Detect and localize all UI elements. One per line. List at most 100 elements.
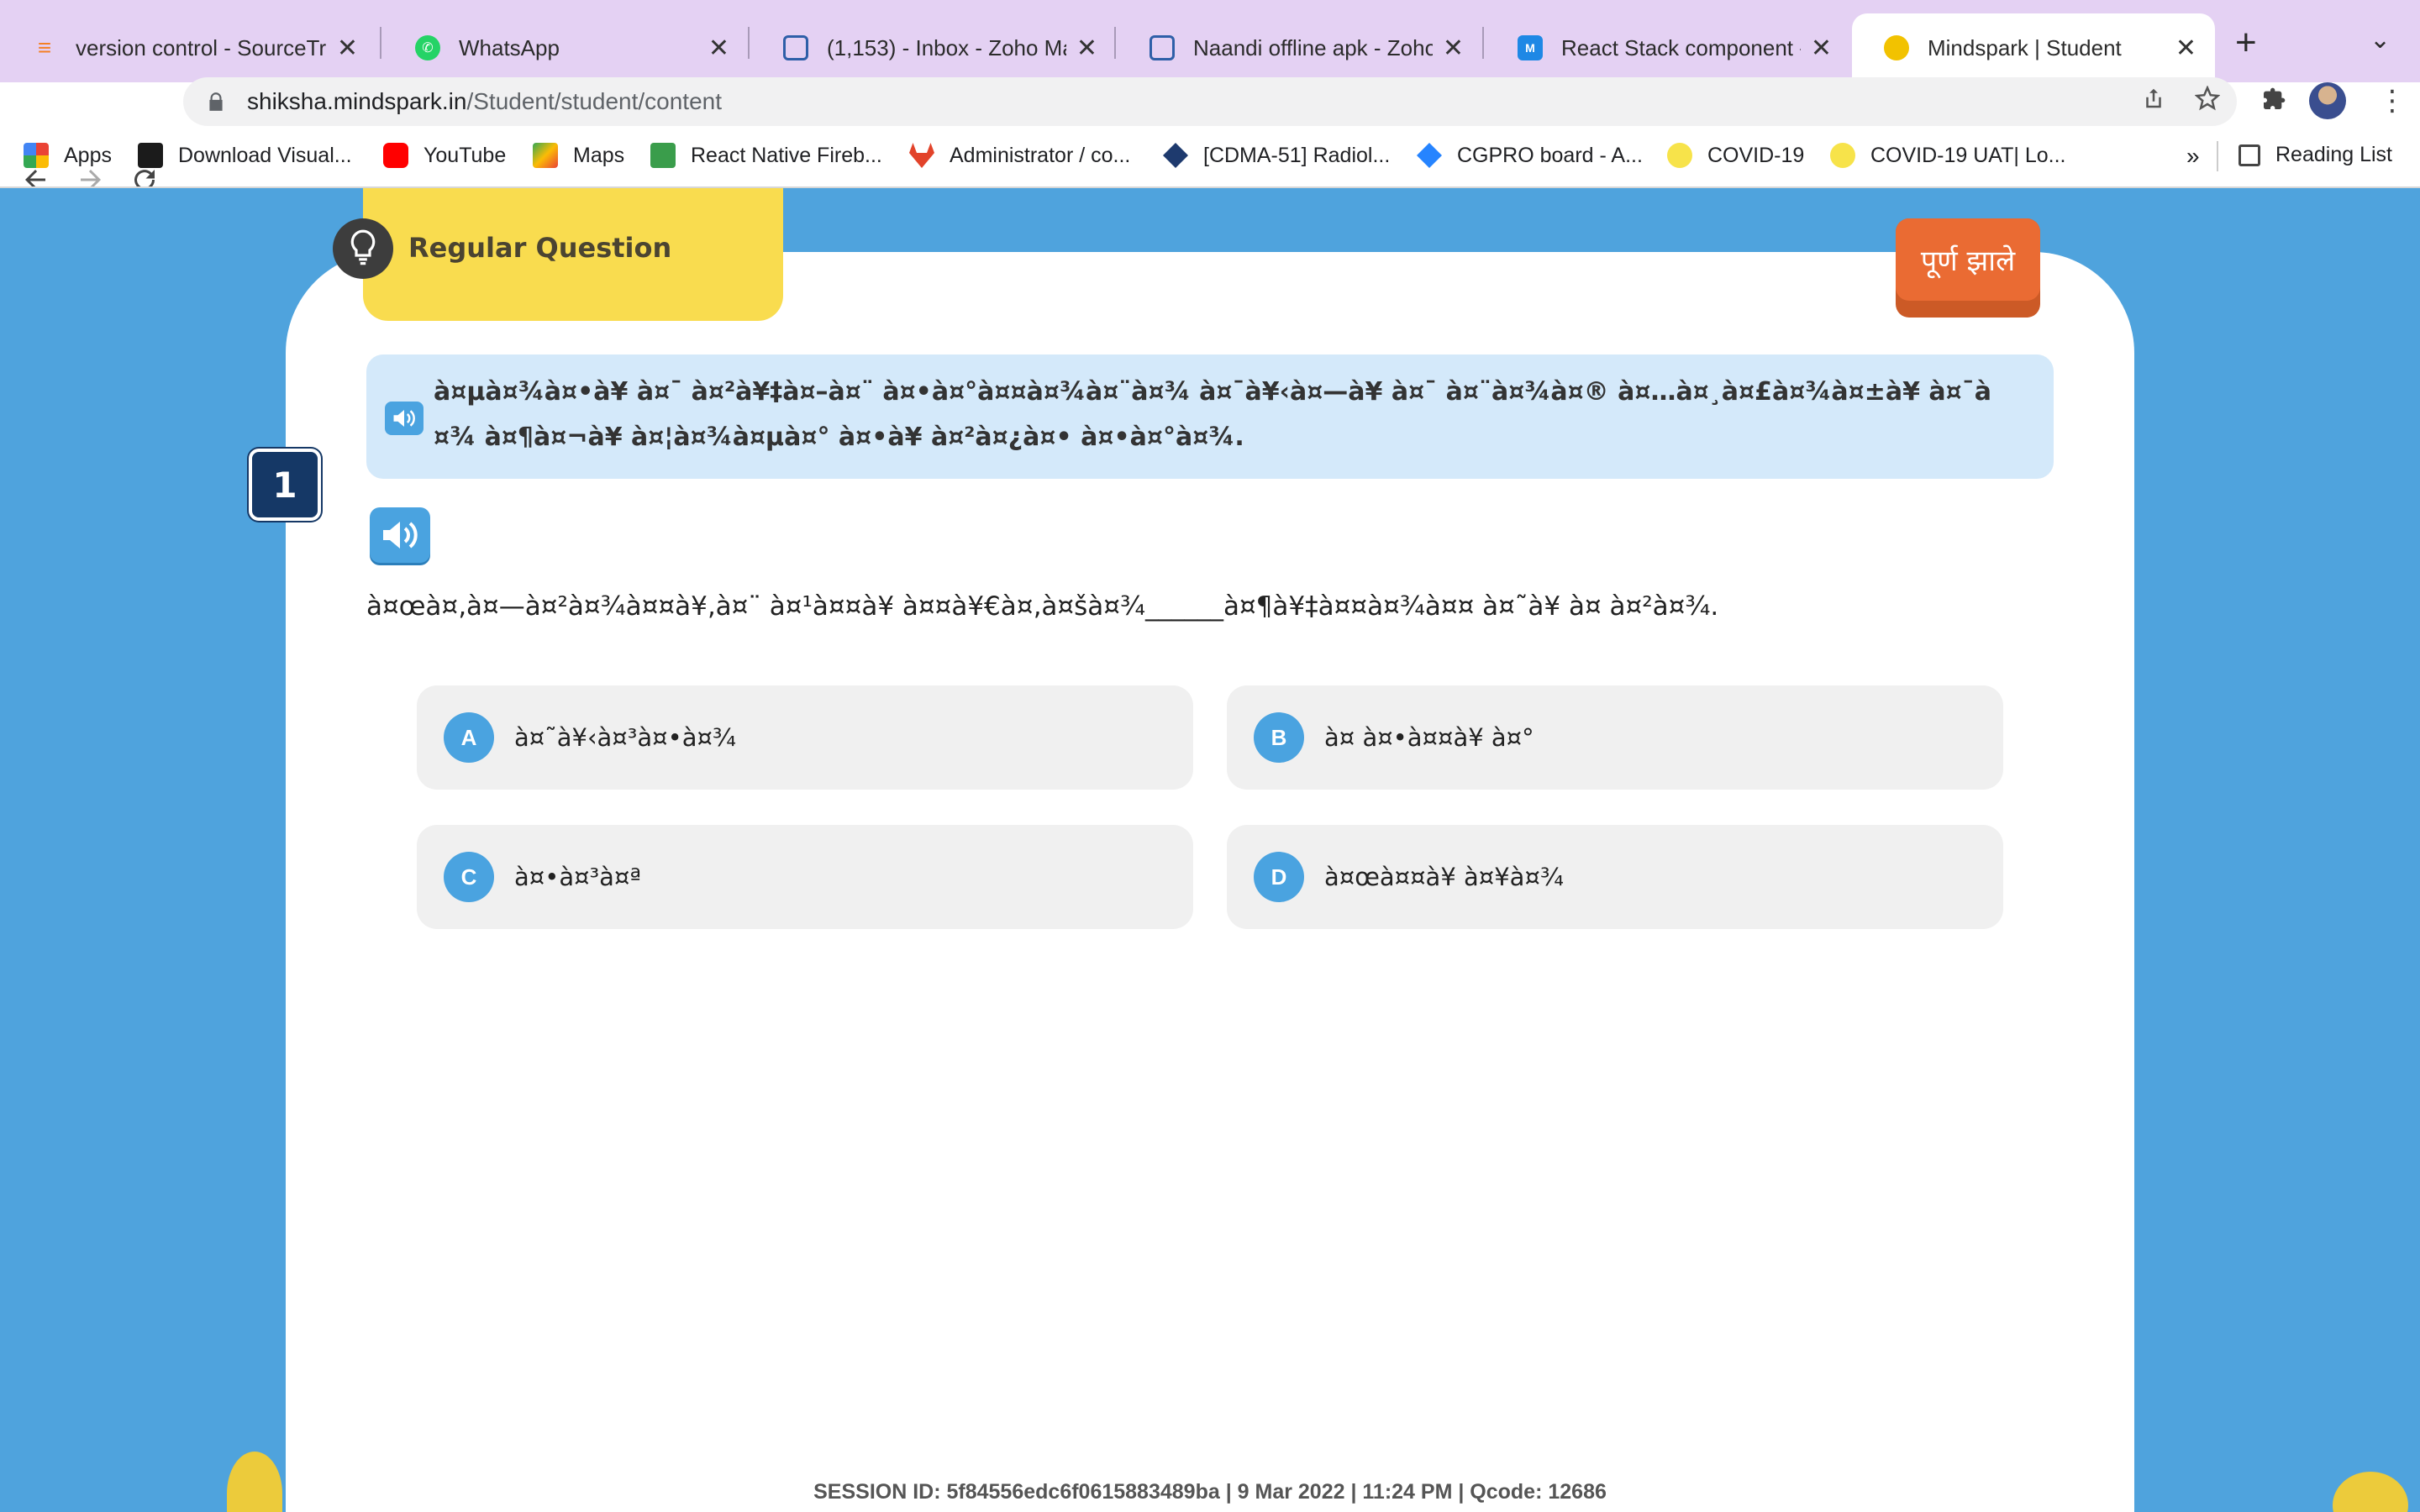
reading-list-icon	[2238, 144, 2260, 166]
done-button[interactable]: पूर्ण झाले	[1896, 218, 2040, 318]
chevron-down-icon[interactable]: ⌄	[2370, 25, 2391, 55]
session-info: SESSION ID: 5f84556edc6f0615883489ba | 9…	[813, 1480, 1607, 1504]
bookmark-label: Download Visual...	[178, 143, 352, 167]
bookmark-label: Apps	[64, 143, 112, 167]
bookmark-apps[interactable]: Apps	[24, 143, 112, 168]
speaker-icon[interactable]	[370, 507, 430, 563]
instruction-box: à¤µà¤¾à¤•à¥ à¤¯ à¤²à¥‡à¤–à¤¨ à¤•à¤°à¤¤à¤…	[366, 354, 2054, 479]
bookmark-label: Maps	[573, 143, 625, 167]
option-letter: C	[444, 852, 494, 902]
gitlab-icon	[909, 143, 934, 168]
bookmark-label: COVID-19 UAT| Lo...	[1870, 143, 2066, 167]
instruction-text: à¤µà¤¾à¤•à¥ à¤¯ à¤²à¥‡à¤–à¤¨ à¤•à¤°à¤¤à¤…	[434, 377, 1991, 452]
circle-icon	[1830, 143, 1855, 168]
bookmark-covid[interactable]: COVID-19	[1667, 143, 1804, 168]
decorative-blob	[2333, 1472, 2408, 1512]
tab-strip: ≡ version control - SourceTree ✕ ✆ Whats…	[0, 0, 2420, 82]
youtube-icon	[383, 143, 408, 168]
more-bookmarks-button[interactable]: »	[2186, 143, 2200, 170]
option-a[interactable]: A à¤˜à¥‹à¤³à¤•à¤¾	[417, 685, 1193, 790]
option-b[interactable]: B à¤ à¤•à¤¤à¥ à¤°	[1227, 685, 2003, 790]
tab-title: Naandi offline apk - Zoho W	[1193, 34, 1433, 60]
maps-icon	[533, 143, 558, 168]
reading-list-label: Reading List	[2275, 143, 2392, 166]
tab-title: WhatsApp	[459, 34, 560, 60]
bookmark-download-visual[interactable]: Download Visual...	[138, 143, 352, 168]
tab-mui[interactable]: M React Stack component - M ✕	[1486, 13, 1850, 82]
reading-list-button[interactable]: Reading List	[2238, 143, 2392, 167]
apps-grid-icon	[24, 143, 49, 168]
bookmark-covid-uat[interactable]: COVID-19 UAT| Lo...	[1830, 143, 2065, 168]
circle-icon	[1667, 143, 1692, 168]
zoho-mail-icon	[783, 35, 808, 60]
question-type-label: Regular Question	[408, 232, 672, 264]
new-tab-button[interactable]: +	[2235, 22, 2257, 64]
tab-divider	[1482, 27, 1484, 59]
bookmark-cdma[interactable]: [CDMA-51] Radiol...	[1163, 143, 1390, 168]
zoho-writer-icon	[1150, 35, 1175, 60]
close-icon[interactable]: ✕	[2175, 34, 2196, 63]
tab-zoho-mail[interactable]: (1,153) - Inbox - Zoho Mail ✕	[751, 13, 1116, 82]
speaker-icon[interactable]	[385, 402, 424, 435]
bookmark-label: Administrator / co...	[950, 143, 1131, 167]
bookmark-maps[interactable]: Maps	[533, 143, 624, 168]
extensions-icon[interactable]	[2260, 86, 2287, 120]
bulb-icon	[1884, 35, 1909, 60]
tab-divider	[380, 27, 381, 59]
tab-divider	[1114, 27, 1116, 59]
bookmark-cgpro[interactable]: CGPRO board - A...	[1417, 143, 1643, 168]
question-text: à¤œà¤‚à¤—à¤²à¤¾à¤¤à¥‚à¤¨ à¤¹à¤¤à¥ à¤¤à¥€…	[366, 591, 1719, 622]
bookmark-label: COVID-19	[1707, 143, 1805, 167]
bookmark-label: YouTube	[424, 143, 507, 167]
stackoverflow-icon: ≡	[37, 34, 52, 60]
bookmark-label: CGPRO board - A...	[1457, 143, 1643, 167]
question-number: 1	[249, 449, 321, 521]
close-icon[interactable]: ✕	[1811, 34, 1832, 63]
tab-title: (1,153) - Inbox - Zoho Mail	[827, 34, 1066, 60]
star-icon[interactable]	[2194, 85, 2221, 118]
diamond-icon	[1417, 143, 1442, 168]
bookmark-label: [CDMA-51] Radiol...	[1203, 143, 1391, 167]
tab-title: Mindspark | Student	[1928, 34, 2122, 60]
firebase-icon	[650, 143, 676, 168]
bookmark-divider	[2217, 141, 2218, 171]
whatsapp-icon: ✆	[415, 35, 440, 60]
option-text: à¤œà¤¤à¥ à¤¥à¤¾	[1324, 863, 1565, 891]
tab-title: version control - SourceTree	[76, 34, 327, 60]
decorative-blob	[227, 1452, 282, 1512]
bookmark-react-native-firebase[interactable]: React Native Fireb...	[650, 143, 882, 168]
lock-icon	[209, 92, 223, 111]
url-host: shiksha.mindspark.in	[247, 88, 467, 114]
tab-divider	[748, 27, 750, 59]
option-text: à¤•à¤³à¤ª	[514, 863, 642, 891]
option-d[interactable]: D à¤œà¤¤à¥ à¤¥à¤¾	[1227, 825, 2003, 929]
tab-sourcetree[interactable]: ≡ version control - SourceTree ✕	[0, 13, 376, 82]
option-letter: B	[1254, 712, 1304, 763]
tab-title: React Stack component - M	[1561, 34, 1801, 60]
address-bar[interactable]: shiksha.mindspark.in/Student/student/con…	[183, 77, 2237, 126]
close-icon[interactable]: ✕	[708, 34, 729, 63]
tab-zoho-writer[interactable]: Naandi offline apk - Zoho W ✕	[1118, 13, 1482, 82]
avatar[interactable]	[2309, 82, 2346, 119]
jira-icon	[1163, 143, 1188, 168]
bookmark-administrator[interactable]: Administrator / co...	[909, 143, 1130, 168]
share-icon[interactable]	[2141, 86, 2166, 118]
kebab-menu-icon[interactable]: ⋮	[2378, 84, 2407, 118]
option-letter: D	[1254, 852, 1304, 902]
bookmark-youtube[interactable]: YouTube	[383, 143, 506, 168]
done-button-label: पूर्ण झाले	[1896, 218, 2040, 301]
option-text: à¤ à¤•à¤¤à¥ à¤°	[1324, 723, 1534, 752]
option-text: à¤˜à¥‹à¤³à¤•à¤¾	[514, 723, 737, 752]
close-icon[interactable]: ✕	[1443, 34, 1464, 63]
tab-whatsapp[interactable]: ✆ WhatsApp ✕	[383, 13, 748, 82]
close-icon[interactable]: ✕	[337, 34, 358, 63]
s-logo-icon	[138, 143, 163, 168]
page-content: Regular Question पूर्ण झाले 1 à¤µà¤¾à¤•à…	[0, 188, 2420, 1512]
tab-mindspark[interactable]: Mindspark | Student ✕	[1852, 13, 2215, 82]
bulb-icon	[333, 218, 393, 279]
url-path: /Student/student/content	[466, 88, 723, 114]
close-icon[interactable]: ✕	[1076, 34, 1097, 63]
bookmark-label: React Native Fireb...	[691, 143, 882, 167]
mui-icon: M	[1518, 35, 1543, 60]
option-c[interactable]: C à¤•à¤³à¤ª	[417, 825, 1193, 929]
